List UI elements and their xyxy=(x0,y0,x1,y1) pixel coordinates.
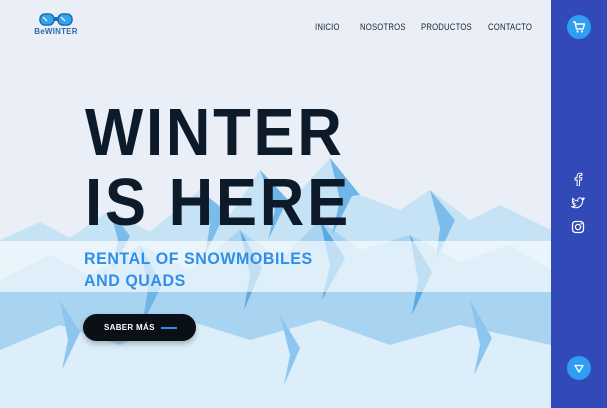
hero-subtitle-line-2: AND QUADS xyxy=(84,271,186,290)
logo-text: BeWINTER xyxy=(34,27,78,36)
cart-button[interactable] xyxy=(567,15,591,39)
instagram-icon[interactable] xyxy=(571,220,585,234)
nav-contacto[interactable]: CONTACTO xyxy=(488,22,532,32)
nav-productos[interactable]: PRODUCTOS xyxy=(421,22,472,32)
nav-inicio[interactable]: INICIO xyxy=(315,22,340,32)
goggles-icon xyxy=(39,13,73,26)
brand-logo[interactable]: BeWINTER xyxy=(33,11,79,39)
page: BeWINTER INICIO NOSOTROS PRODUCTOS CONTA… xyxy=(0,0,607,408)
hero-subtitle: RENTAL OF SNOWMOBILES AND QUADS xyxy=(84,248,313,292)
nav-nosotros[interactable]: NOSOTROS xyxy=(360,22,406,32)
saber-mas-label: SABER MÁS xyxy=(104,323,155,332)
scroll-down-button[interactable] xyxy=(567,356,591,380)
twitter-icon[interactable] xyxy=(571,196,585,210)
triangle-down-icon xyxy=(574,364,584,373)
saber-mas-button[interactable]: SABER MÁS xyxy=(83,314,196,341)
right-sidebar xyxy=(551,0,607,408)
cart-icon xyxy=(573,21,586,33)
hero-title-line-2: IS HERE xyxy=(85,165,351,240)
hero-title: WINTER IS HERE xyxy=(85,98,351,238)
hero-subtitle-line-1: RENTAL OF SNOWMOBILES xyxy=(84,249,313,268)
facebook-icon[interactable] xyxy=(571,172,585,186)
cta-dash-icon xyxy=(161,327,177,329)
hero-title-line-1: WINTER xyxy=(85,95,345,170)
